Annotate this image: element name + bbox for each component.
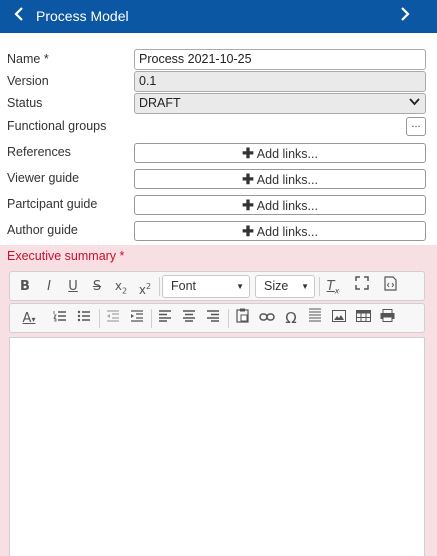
executive-summary-section: Executive summary * B I U S x2 x2 Font ▼… bbox=[0, 245, 437, 556]
author-guide-add-links-button[interactable]: ✚ Add links... bbox=[134, 221, 426, 241]
underline-icon[interactable]: U bbox=[64, 276, 82, 297]
version-label: Version bbox=[7, 74, 49, 88]
references-add-links-button[interactable]: ✚ Add links... bbox=[134, 143, 426, 163]
plus-icon: ✚ bbox=[242, 223, 254, 239]
toolbar-separator bbox=[319, 277, 320, 296]
link-icon[interactable] bbox=[257, 308, 277, 329]
plus-icon: ✚ bbox=[242, 197, 254, 213]
caret-down-icon: ▼ bbox=[236, 282, 244, 291]
author-guide-label: Author guide bbox=[7, 223, 78, 237]
size-combo-label: Size bbox=[264, 279, 289, 293]
indent-icon[interactable] bbox=[128, 308, 146, 329]
font-combo[interactable]: Font ▼ bbox=[162, 275, 250, 298]
participant-guide-add-links-label: Add links... bbox=[256, 199, 318, 213]
remove-format-icon[interactable]: Tx bbox=[323, 276, 343, 297]
status-label: Status bbox=[7, 96, 43, 110]
bulleted-list-icon[interactable] bbox=[75, 308, 93, 329]
superscript-icon[interactable]: x2 bbox=[135, 276, 155, 297]
outdent-icon[interactable] bbox=[104, 308, 122, 329]
functional-groups-button[interactable]: ... bbox=[406, 117, 426, 136]
align-right-icon[interactable] bbox=[204, 308, 222, 329]
editor-toolbar-row-2: A▾ Ω bbox=[9, 303, 425, 333]
header-bar: Process Model bbox=[0, 0, 437, 33]
align-center-icon[interactable] bbox=[180, 308, 198, 329]
source-icon[interactable] bbox=[380, 276, 400, 297]
toolbar-separator bbox=[159, 277, 160, 296]
caret-down-icon: ▼ bbox=[301, 282, 309, 291]
print-icon[interactable] bbox=[378, 308, 396, 329]
plus-icon: ✚ bbox=[242, 145, 254, 161]
align-left-icon[interactable] bbox=[156, 308, 174, 329]
participant-guide-add-links-button[interactable]: ✚ Add links... bbox=[134, 195, 426, 215]
size-combo[interactable]: Size ▼ bbox=[255, 275, 315, 298]
table-icon[interactable] bbox=[354, 308, 372, 329]
viewer-guide-label: Viewer guide bbox=[7, 171, 80, 185]
toolbar-separator bbox=[228, 309, 229, 328]
author-guide-add-links-label: Add links... bbox=[256, 225, 318, 239]
viewer-guide-add-links-button[interactable]: ✚ Add links... bbox=[134, 169, 426, 189]
plus-icon: ✚ bbox=[242, 171, 254, 187]
chevron-right-icon[interactable] bbox=[398, 6, 412, 26]
references-label: References bbox=[7, 145, 71, 159]
chevron-down-icon bbox=[409, 95, 420, 112]
horizontal-rule-icon[interactable] bbox=[306, 308, 324, 329]
toolbar-separator bbox=[151, 309, 152, 328]
text-color-icon[interactable]: A▾ bbox=[15, 308, 43, 329]
font-combo-label: Font bbox=[171, 279, 197, 293]
functional-groups-label: Functional groups bbox=[7, 119, 107, 133]
italic-icon[interactable]: I bbox=[40, 276, 58, 297]
participant-guide-label: Partcipant guide bbox=[7, 197, 98, 211]
name-label: Name * bbox=[7, 52, 49, 66]
editor-toolbar-row-1: B I U S x2 x2 Font ▼ Size ▼ Tx bbox=[9, 271, 425, 301]
executive-summary-label: Executive summary * bbox=[7, 249, 125, 263]
viewer-guide-add-links-label: Add links... bbox=[256, 173, 318, 187]
subscript-icon[interactable]: x2 bbox=[111, 276, 131, 297]
strikethrough-icon[interactable]: S bbox=[88, 276, 106, 297]
chevron-left-icon[interactable] bbox=[12, 6, 26, 26]
maximize-icon[interactable] bbox=[352, 276, 372, 297]
functional-groups-row: Functional groups bbox=[0, 118, 437, 140]
image-icon[interactable] bbox=[330, 308, 348, 329]
paste-icon[interactable] bbox=[233, 308, 251, 329]
status-select[interactable]: DRAFT bbox=[134, 93, 426, 114]
version-field: 0.1 bbox=[134, 71, 426, 92]
numbered-list-icon[interactable] bbox=[51, 308, 69, 329]
bold-icon[interactable]: B bbox=[16, 276, 34, 297]
page-title: Process Model bbox=[36, 8, 129, 24]
status-value: DRAFT bbox=[139, 96, 181, 110]
references-add-links-label: Add links... bbox=[256, 147, 318, 161]
toolbar-separator bbox=[99, 309, 100, 328]
name-input[interactable]: Process 2021-10-25 bbox=[134, 49, 426, 70]
executive-summary-editor[interactable] bbox=[9, 337, 425, 556]
special-char-icon[interactable]: Ω bbox=[282, 308, 300, 329]
